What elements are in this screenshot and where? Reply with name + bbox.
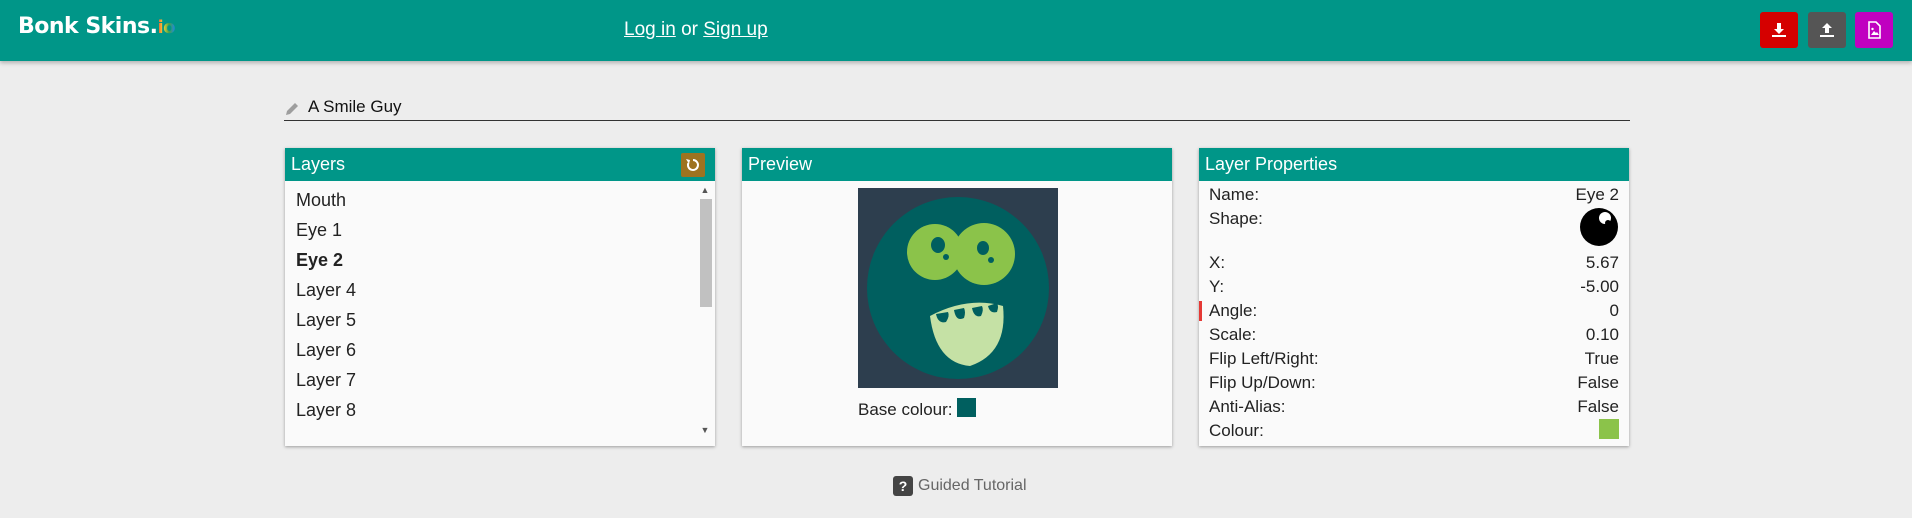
- layer-item[interactable]: Layer 8: [285, 395, 715, 425]
- base-colour-row: Base colour:: [858, 398, 976, 420]
- prop-scale-label: Scale:: [1209, 325, 1257, 344]
- undo-icon: [686, 159, 699, 171]
- prop-y-row[interactable]: Y: -5.00: [1199, 275, 1629, 299]
- properties-title: Layer Properties: [1205, 154, 1338, 174]
- scroll-up-arrow-icon[interactable]: ▲: [700, 185, 710, 195]
- prop-angle-row[interactable]: Angle: 0: [1199, 299, 1629, 323]
- prop-antialias-value[interactable]: False: [1577, 397, 1619, 417]
- skin-preview-canvas[interactable]: [858, 188, 1058, 388]
- prop-angle-value[interactable]: 0: [1610, 301, 1619, 321]
- layer-item[interactable]: Layer 4: [285, 275, 715, 305]
- layer-item[interactable]: Mouth: [285, 185, 715, 215]
- or-text: or: [681, 19, 698, 40]
- prop-x-value[interactable]: 5.67: [1586, 253, 1619, 273]
- upload-button[interactable]: [1808, 12, 1846, 48]
- prop-name-row[interactable]: Name: Eye 2: [1199, 183, 1629, 207]
- layers-panel-header: Layers: [285, 148, 715, 181]
- base-colour-label: Base colour:: [858, 400, 953, 419]
- site-logo[interactable]: Bonk Skins.io: [18, 14, 176, 39]
- prop-x-label: X:: [1209, 253, 1226, 272]
- prop-antialias-row[interactable]: Anti-Alias: False: [1199, 395, 1629, 419]
- skin-name-input[interactable]: [308, 96, 1608, 118]
- prop-colour-row[interactable]: Colour:: [1199, 419, 1629, 443]
- prop-shape-row[interactable]: Shape:: [1199, 207, 1629, 251]
- prop-flip-lr-row[interactable]: Flip Left/Right: True: [1199, 347, 1629, 371]
- auth-links: Log in or Sign up: [624, 19, 768, 41]
- save-image-button[interactable]: [1855, 12, 1893, 48]
- download-button[interactable]: [1760, 12, 1798, 48]
- layer-list: Mouth Eye 1 Eye 2 Layer 4 Layer 5 Layer …: [285, 181, 715, 446]
- layer-properties-panel: Layer Properties Name: Eye 2 Shape: X: 5…: [1199, 148, 1629, 446]
- layer-item[interactable]: Layer 6: [285, 335, 715, 365]
- upload-icon: [1820, 23, 1834, 37]
- prop-name-label: Name:: [1209, 185, 1260, 204]
- preview-panel-header: Preview: [742, 148, 1172, 181]
- prop-scale-row[interactable]: Scale: 0.10: [1199, 323, 1629, 347]
- prop-colour-label: Colour:: [1209, 421, 1264, 440]
- preview-panel: Preview Base colour:: [742, 148, 1172, 446]
- prop-scale-value[interactable]: 0.10: [1586, 325, 1619, 345]
- guided-tutorial-link[interactable]: ? Guided Tutorial: [893, 476, 1027, 496]
- layer-item[interactable]: Layer 5: [285, 305, 715, 335]
- prop-flip-ud-label: Flip Up/Down:: [1209, 373, 1316, 392]
- prop-flip-ud-row[interactable]: Flip Up/Down: False: [1199, 371, 1629, 395]
- prop-antialias-label: Anti-Alias:: [1209, 397, 1286, 416]
- layer-item[interactable]: Layer 7: [285, 365, 715, 395]
- help-icon: ?: [893, 476, 913, 496]
- layer-item[interactable]: Eye 1: [285, 215, 715, 245]
- download-icon: [1772, 23, 1786, 37]
- prop-name-value[interactable]: Eye 2: [1576, 185, 1619, 205]
- layer-item-selected[interactable]: Eye 2: [285, 245, 715, 275]
- prop-y-value[interactable]: -5.00: [1580, 277, 1619, 297]
- tutorial-label: Guided Tutorial: [918, 477, 1027, 494]
- prop-flip-lr-value[interactable]: True: [1585, 349, 1619, 369]
- prop-shape-label: Shape:: [1209, 209, 1263, 228]
- skin-preview-image: [867, 197, 1049, 379]
- prop-flip-ud-value[interactable]: False: [1577, 373, 1619, 393]
- prop-flip-lr-label: Flip Left/Right:: [1209, 349, 1319, 368]
- layers-panel: Layers Mouth Eye 1 Eye 2 Layer 4 Layer 5…: [285, 148, 715, 446]
- eye-shape-icon[interactable]: [1579, 207, 1619, 247]
- login-link[interactable]: Log in: [624, 19, 676, 40]
- base-colour-swatch[interactable]: [956, 398, 976, 417]
- scroll-thumb[interactable]: [700, 199, 712, 307]
- layer-list-scrollbar[interactable]: ▲ ▼: [699, 185, 712, 435]
- reset-layers-button[interactable]: [681, 153, 705, 177]
- properties-panel-header: Layer Properties: [1199, 148, 1629, 181]
- scroll-down-arrow-icon[interactable]: ▼: [700, 425, 710, 435]
- prop-y-label: Y:: [1209, 277, 1225, 296]
- prop-angle-label: Angle:: [1209, 301, 1258, 320]
- image-file-icon: [1868, 21, 1881, 39]
- preview-title: Preview: [748, 154, 813, 174]
- prop-x-row[interactable]: X: 5.67: [1199, 251, 1629, 275]
- pencil-icon: [286, 103, 298, 115]
- top-bar: Bonk Skins.io Log in or Sign up: [0, 0, 1912, 61]
- signup-link[interactable]: Sign up: [703, 19, 767, 40]
- layer-colour-swatch[interactable]: [1599, 419, 1619, 439]
- skin-name-row: [284, 96, 1630, 121]
- layers-title: Layers: [291, 154, 346, 174]
